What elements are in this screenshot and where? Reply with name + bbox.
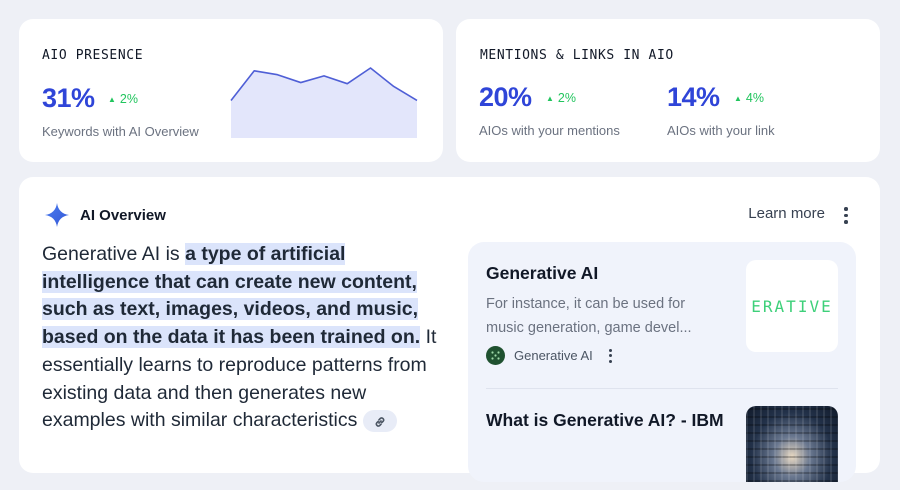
aio-presence-delta-value: 2% — [119, 92, 138, 106]
aio-presence-card: AIO PRESENCE 31% ▲ 2% Keywords with AI Ov… — [19, 19, 443, 162]
source-thumbnail-text: ERATIVE — [751, 296, 833, 316]
sparkle-icon — [45, 203, 69, 227]
source-link-button[interactable] — [363, 410, 398, 433]
source-site-name: Generative AI — [514, 348, 593, 363]
aio-presence-delta: ▲ 2% — [108, 92, 138, 106]
source-site[interactable]: Generative AI — [486, 346, 613, 365]
learn-more-link[interactable]: Learn more — [748, 205, 825, 222]
mentions-title: MENTIONS & LINKS IN AIO — [480, 48, 674, 63]
links-delta: ▲ 4% — [734, 91, 764, 105]
ai-overview-text: Generative AI is a type of artificial in… — [42, 241, 442, 435]
mentions-caption: AIOs with your mentions — [479, 123, 620, 138]
mentions-delta: ▲ 2% — [546, 91, 576, 105]
ai-overview-header: AI Overview — [44, 202, 166, 228]
sources-panel: Generative AI For instance, it can be us… — [468, 242, 856, 482]
source-more-icon[interactable] — [608, 348, 613, 363]
aio-presence-sparkline — [230, 67, 418, 138]
links-delta-value: 4% — [745, 91, 764, 105]
ai-overview-label: AI Overview — [80, 206, 166, 224]
link-icon — [375, 417, 385, 427]
source-thumbnail — [746, 406, 838, 482]
aio-presence-title: AIO PRESENCE — [42, 48, 144, 63]
mentions-value: 20% — [479, 82, 532, 112]
more-options-icon[interactable] — [844, 207, 848, 227]
thumbnail-screens-pattern — [746, 406, 838, 482]
links-caption: AIOs with your link — [667, 123, 775, 138]
up-arrow-icon: ▲ — [108, 95, 116, 104]
mentions-delta-value: 2% — [557, 91, 576, 105]
source-thumbnail: ERATIVE — [746, 260, 838, 352]
site-favicon-icon — [486, 346, 505, 365]
overview-text-before: Generative AI is — [42, 243, 186, 265]
aio-presence-value: 31% — [42, 83, 95, 113]
up-arrow-icon: ▲ — [734, 94, 742, 103]
source-title[interactable]: What is Generative AI? - IBM — [486, 407, 726, 434]
links-value: 14% — [667, 82, 720, 112]
source-snippet: For instance, it can be used for music g… — [486, 296, 692, 336]
source-title[interactable]: Generative AI — [486, 260, 598, 287]
mentions-card: MENTIONS & LINKS IN AIO 20% ▲ 2% AIOs wit… — [456, 19, 880, 162]
up-arrow-icon: ▲ — [546, 94, 554, 103]
aio-presence-caption: Keywords with AI Overview — [42, 124, 199, 139]
source-divider — [486, 388, 838, 389]
